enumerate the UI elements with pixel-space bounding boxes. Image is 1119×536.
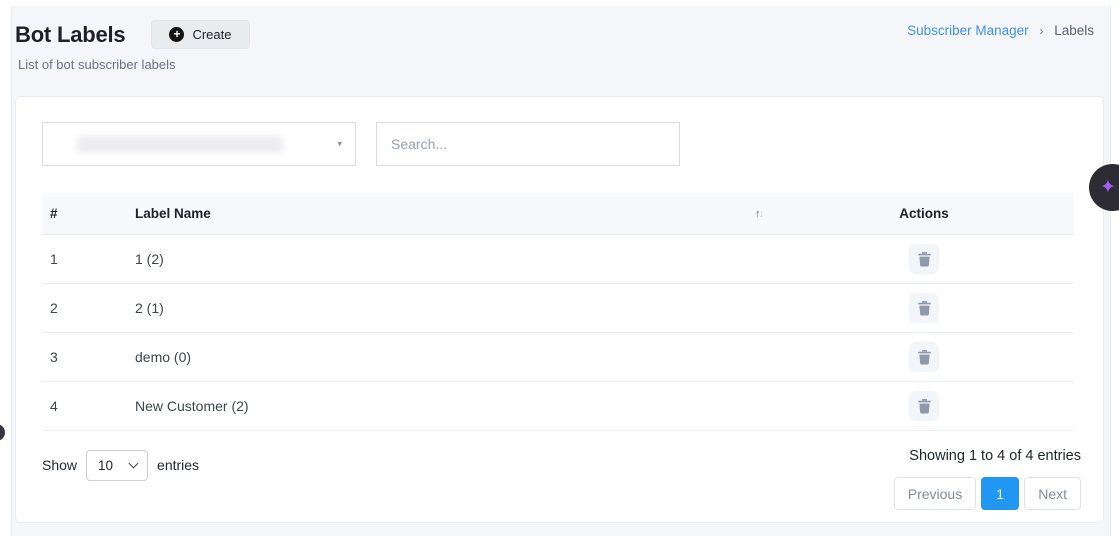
page-title: Bot Labels [15,22,125,48]
page-subtitle: List of bot subscriber labels [18,57,1100,72]
trash-icon [918,301,931,316]
table-row: 3 demo (0) [42,333,1074,382]
delete-label-button[interactable] [909,293,939,323]
labels-card: ▾ # Label Name ↑↓ Actions [15,96,1104,523]
row-index: 2 [42,284,127,333]
caret-down-icon: ▾ [337,139,342,150]
previous-page-button[interactable]: Previous [894,477,976,510]
column-header-index: # [42,193,127,235]
breadcrumb-link-subscriber-manager[interactable]: Subscriber Manager [907,23,1029,38]
row-label-name: demo (0) [127,333,774,382]
bot-selector-value-redacted [77,136,283,153]
delete-label-button[interactable] [909,391,939,421]
delete-label-button[interactable] [909,244,939,274]
entries-summary: Showing 1 to 4 of 4 entries [894,448,1081,464]
sparkle-icon: ✦ [1100,178,1116,197]
row-label-name: 2 (1) [127,284,774,333]
row-label-name: 1 (2) [127,235,774,284]
entries-label: entries [157,450,199,481]
bot-selector-dropdown[interactable]: ▾ [42,122,356,166]
row-index: 1 [42,235,127,284]
show-label: Show [42,450,77,481]
next-page-button[interactable]: Next [1024,477,1081,510]
table-footer: Show 10 entries Showing 1 to 4 of 4 entr… [42,444,1081,510]
breadcrumb: Subscriber Manager › Labels [907,23,1100,38]
trash-icon [918,399,931,414]
table-header-row: # Label Name ↑↓ Actions [42,193,1074,235]
create-button[interactable]: + Create [151,20,249,49]
plus-circle-icon: + [169,27,184,42]
content-area: Bot Labels + Create Subscriber Manager ›… [11,6,1111,536]
row-index: 3 [42,333,127,382]
page-size-select[interactable]: 10 [86,450,148,481]
table-body: 1 1 (2) 2 2 (1) 3 [42,235,1074,431]
trash-icon [918,350,931,365]
page-1-button[interactable]: 1 [981,477,1019,510]
row-index: 4 [42,382,127,431]
left-edge-floating-button[interactable] [0,424,5,441]
filters-row: ▾ [42,122,1077,166]
labels-table: # Label Name ↑↓ Actions 1 1 (2) [42,193,1074,431]
sort-icon[interactable]: ↑↓ [755,208,766,220]
table-row: 4 New Customer (2) [42,382,1074,431]
row-label-name: New Customer (2) [127,382,774,431]
search-input[interactable] [376,122,680,166]
page-header: Bot Labels + Create Subscriber Manager ›… [12,6,1110,72]
pagination: Previous 1 Next [894,477,1081,510]
breadcrumb-separator-icon: › [1039,24,1043,38]
table-row: 1 1 (2) [42,235,1074,284]
page-size-control: Show 10 entries [42,444,199,510]
labels-table-wrap: # Label Name ↑↓ Actions 1 1 (2) [42,193,1077,431]
column-header-actions: Actions [774,193,1074,235]
trash-icon [918,252,931,267]
delete-label-button[interactable] [909,342,939,372]
table-row: 2 2 (1) [42,284,1074,333]
create-button-label: Create [192,27,231,42]
breadcrumb-current: Labels [1054,23,1094,38]
column-header-label-name[interactable]: Label Name ↑↓ [127,193,774,235]
